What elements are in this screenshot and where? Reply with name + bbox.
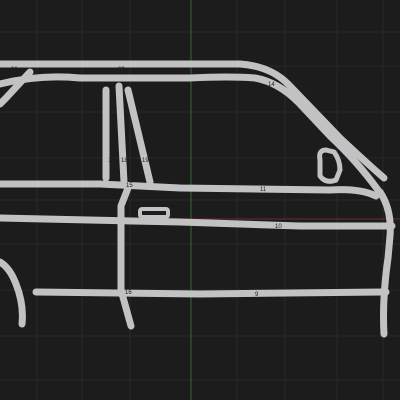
b-pillar-mid-part[interactable] bbox=[115, 82, 128, 186]
windshield-pillar-part[interactable] bbox=[251, 74, 382, 194]
car-side-outline-canvas[interactable]: 21 20 14 12 17 18 19 15 11 10 16 9 bbox=[0, 0, 400, 400]
rocker-panel-part[interactable] bbox=[32, 288, 390, 298]
part-label-21: 21 bbox=[11, 67, 18, 73]
part-label-10: 10 bbox=[275, 224, 282, 230]
part-label-16: 16 bbox=[125, 290, 132, 296]
grid-lines bbox=[0, 0, 400, 400]
part-label-19: 19 bbox=[142, 158, 149, 164]
b-pillar-right-part[interactable] bbox=[124, 86, 154, 186]
part-label-11: 11 bbox=[260, 187, 267, 193]
door-seam-part[interactable] bbox=[117, 184, 135, 330]
blueprint-viewport[interactable]: 21 20 14 12 17 18 19 15 11 10 16 9 bbox=[0, 0, 400, 400]
part-label-12: 12 bbox=[343, 131, 350, 137]
inner-roof-part[interactable] bbox=[0, 73, 259, 88]
door-handle-part[interactable] bbox=[138, 207, 170, 219]
part-label-18: 18 bbox=[121, 158, 128, 164]
part-label-20: 20 bbox=[118, 67, 125, 73]
rear-pillar-part[interactable] bbox=[0, 68, 34, 108]
part-label-14: 14 bbox=[268, 82, 275, 88]
rear-wheel-arch-part[interactable] bbox=[0, 258, 26, 328]
part-label-15: 15 bbox=[126, 183, 133, 189]
part-label-17: 17 bbox=[108, 158, 115, 164]
belt-line-part[interactable] bbox=[0, 180, 380, 200]
car-parts bbox=[0, 60, 396, 338]
front-door-edge-part[interactable] bbox=[376, 188, 394, 338]
